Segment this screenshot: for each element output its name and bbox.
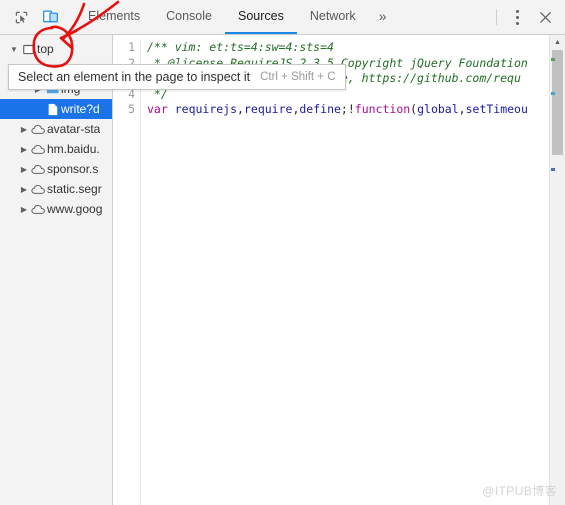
inspect-tooltip: Select an element in the page to inspect…	[8, 64, 346, 90]
chevron-right-icon[interactable]: ▶	[18, 145, 30, 154]
kebab-menu-icon[interactable]	[503, 0, 531, 34]
code-token: /** vim: et:ts=4:sw=4:sts=4	[147, 40, 334, 54]
code-token: require	[243, 102, 293, 117]
file-icon	[44, 103, 61, 116]
code-content[interactable]: /** vim: et:ts=4:sw=4:sts=4 * @license R…	[141, 40, 549, 505]
tree-item-hm-baidu[interactable]: ▶ hm.baidu.	[0, 139, 112, 159]
code-token: function	[354, 102, 411, 117]
tree-item-label: static.segr	[47, 182, 102, 196]
chevron-right-icon[interactable]: ▶	[18, 165, 30, 174]
tree-item-label: sponsor.s	[47, 162, 99, 176]
tree-item-label: write?d	[61, 102, 100, 116]
devtools-main: ▼ top ▼ segmentfa ▶	[0, 35, 565, 505]
more-tabs-icon[interactable]: »	[369, 0, 397, 34]
tree-item-write[interactable]: write?d	[0, 99, 112, 119]
code-token: var	[147, 102, 168, 117]
chevron-right-icon[interactable]: ▶	[18, 205, 30, 214]
code-viewport[interactable]: 12345 /** vim: et:ts=4:sw=4:sts=4 * @lic…	[113, 35, 549, 505]
scrollbar-tick	[551, 58, 555, 61]
code-token: define	[299, 102, 341, 117]
cloud-icon	[30, 184, 47, 195]
code-token: ,	[458, 102, 466, 117]
tree-item-label: avatar-sta	[47, 122, 101, 136]
line-number-gutter: 12345	[113, 40, 141, 505]
cloud-icon	[30, 124, 47, 135]
scrollbar-thumb[interactable]	[552, 50, 563, 155]
line-number: 5	[128, 102, 135, 117]
chevron-down-icon[interactable]: ▼	[8, 45, 20, 54]
toolbar-right-actions	[490, 0, 565, 34]
tree-item-sponsor[interactable]: ▶ sponsor.s	[0, 159, 112, 179]
tab-network[interactable]: Network	[297, 0, 369, 34]
tree-item-label: hm.baidu.	[47, 142, 100, 156]
device-toolbar-icon[interactable]	[36, 0, 65, 34]
cloud-icon	[30, 144, 47, 155]
code-token: global	[417, 102, 459, 117]
tree-item-www-google[interactable]: ▶ www.goog	[0, 199, 112, 219]
inspect-element-icon[interactable]	[7, 0, 36, 34]
scrollbar-track[interactable]	[550, 50, 565, 505]
code-token: requirejs	[174, 102, 238, 117]
line-number: 1	[128, 40, 135, 54]
source-editor[interactable]: 12345 /** vim: et:ts=4:sw=4:sts=4 * @lic…	[113, 35, 565, 505]
chevron-right-icon[interactable]: ▶	[18, 125, 30, 134]
code-line: /** vim: et:ts=4:sw=4:sts=4	[147, 40, 549, 56]
code-line: var requirejs,require,define;!function(g…	[147, 102, 549, 118]
scrollbar-tick	[551, 168, 555, 171]
code-token: ;!	[340, 102, 355, 117]
scrollbar-tick	[551, 92, 555, 95]
cloud-icon	[30, 204, 47, 215]
close-icon[interactable]	[531, 0, 559, 34]
tree-item-top[interactable]: ▼ top	[0, 39, 112, 59]
code-token: setTimeou	[465, 102, 528, 117]
tab-elements[interactable]: Elements	[75, 0, 153, 34]
cloud-icon	[30, 164, 47, 175]
panel-tabs: Elements Console Sources Network »	[75, 0, 396, 34]
tree-item-static-segment[interactable]: ▶ static.segr	[0, 179, 112, 199]
tab-console[interactable]: Console	[153, 0, 225, 34]
scroll-up-arrow-icon[interactable]: ▲	[550, 35, 565, 50]
tree-item-label: top	[37, 42, 54, 56]
tree-item-avatar-static[interactable]: ▶ avatar-sta	[0, 119, 112, 139]
toolbar-divider	[496, 9, 497, 25]
tab-sources[interactable]: Sources	[224, 0, 297, 34]
frame-icon	[20, 44, 37, 55]
tree-item-label: www.goog	[47, 202, 103, 216]
chevron-right-icon[interactable]: ▶	[18, 185, 30, 194]
sources-navigator-panel[interactable]: ▼ top ▼ segmentfa ▶	[0, 35, 113, 505]
tooltip-text: Select an element in the page to inspect…	[18, 70, 251, 84]
editor-vertical-scrollbar[interactable]: ▲	[549, 35, 565, 505]
code-token: ,	[237, 102, 244, 117]
devtools-toolbar: Elements Console Sources Network »	[0, 0, 565, 35]
tooltip-shortcut: Ctrl + Shift + C	[260, 71, 336, 83]
